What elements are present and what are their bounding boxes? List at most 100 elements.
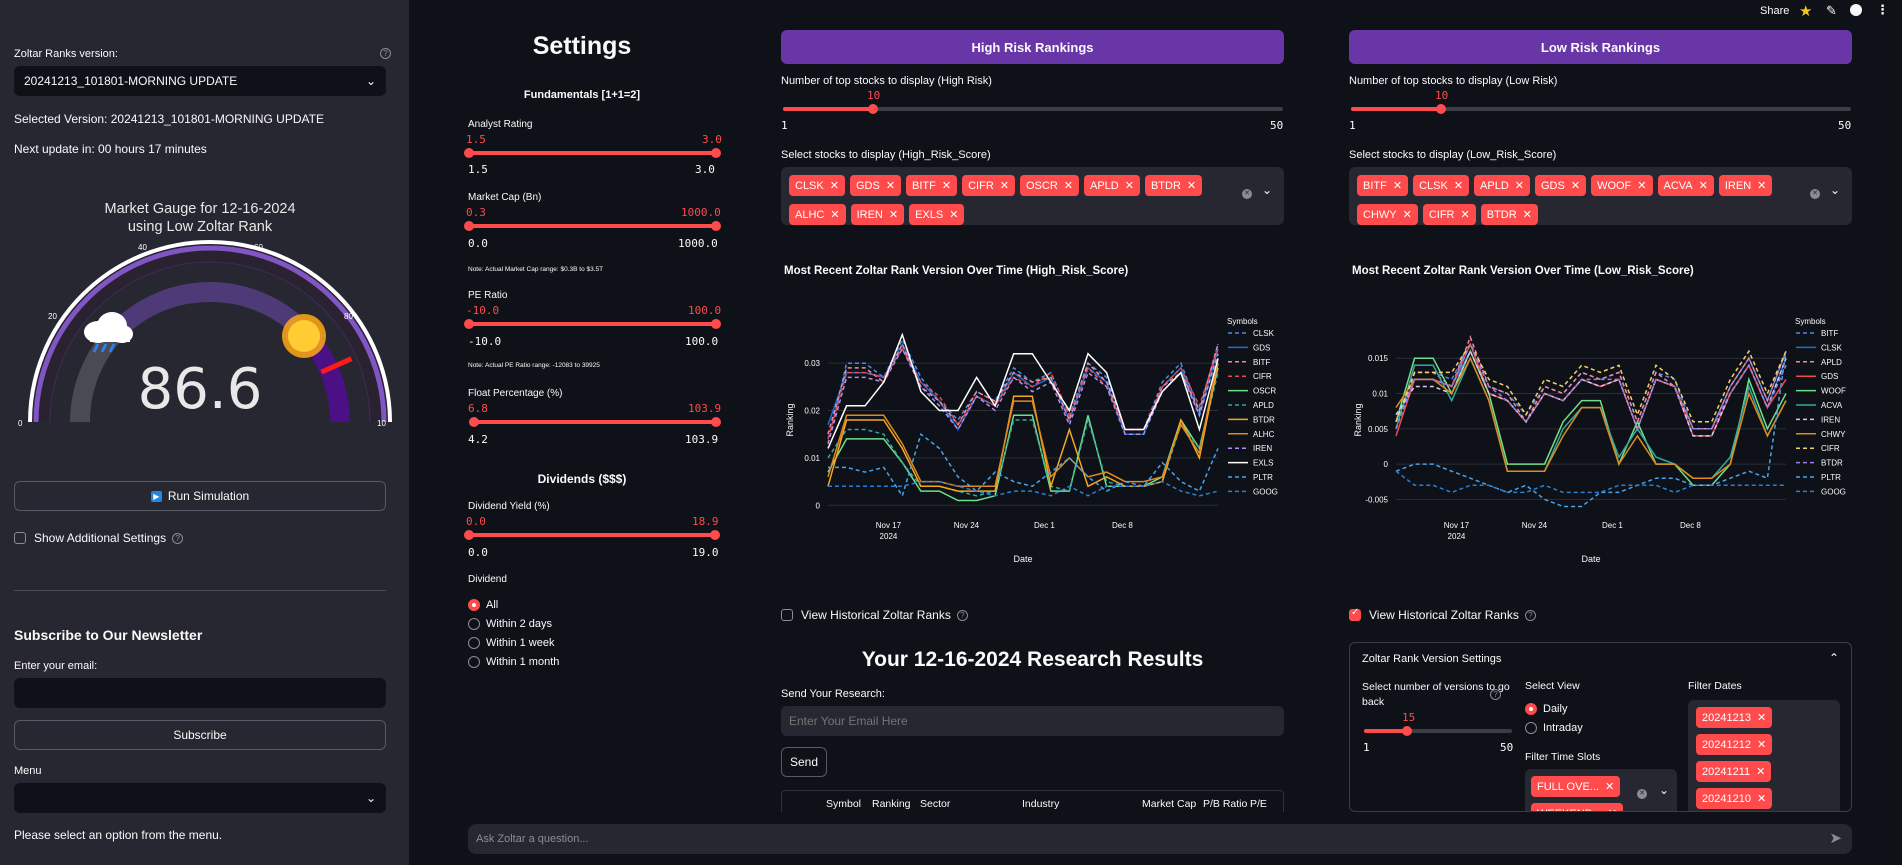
time-slots-multiselect[interactable]: FULL OVE... ✕ WEEKEND... ✕ ✕ ⌄ (1525, 769, 1677, 811)
remove-tag-icon[interactable]: ✕ (1637, 179, 1646, 192)
help-icon[interactable]: ? (1490, 689, 1501, 700)
run-simulation-button[interactable]: ▶ Run Simulation (14, 481, 386, 511)
stock-tag[interactable]: APLD ✕ (1474, 175, 1530, 196)
stock-tag[interactable]: 20241213 ✕ (1696, 707, 1773, 728)
slider-handle-low[interactable] (464, 530, 474, 540)
remove-tag-icon[interactable]: ✕ (1757, 711, 1766, 724)
slider-handle-low[interactable] (464, 148, 474, 158)
high-stock-multiselect[interactable]: CLSK ✕ GDS ✕ BITF ✕ CIFR ✕ OSCR ✕ APLD ✕ BTDR ✕ ALHC ✕ I… (781, 167, 1284, 225)
remove-tag-icon[interactable]: ✕ (886, 179, 895, 192)
radio-button[interactable] (468, 637, 480, 650)
remove-tag-icon[interactable]: ✕ (1757, 792, 1766, 805)
radio-option-intraday[interactable]: Intraday (1525, 719, 1583, 738)
legend-item[interactable]: GOOG (1253, 487, 1278, 496)
slider-handle[interactable] (868, 104, 878, 114)
remove-tag-icon[interactable]: ✕ (830, 179, 839, 192)
low-stock-multiselect[interactable]: BITF ✕ CLSK ✕ APLD ✕ GDS ✕ WOOF ✕ ACVA ✕ IREN ✕ CHWY ✕ C… (1349, 167, 1852, 225)
expander-title[interactable]: Zoltar Rank Version Settings (1362, 653, 1501, 665)
help-icon[interactable]: ? (956, 609, 968, 621)
show-additional-checkbox[interactable]: Show Additional Settings ? (14, 531, 184, 545)
stock-tag[interactable]: APLD ✕ (1083, 175, 1140, 196)
slider-handle-low[interactable] (464, 221, 474, 231)
legend-item[interactable]: GDS (1253, 343, 1270, 352)
column-header[interactable]: Industry (1022, 798, 1059, 810)
slider-handle-high[interactable] (711, 221, 721, 231)
stock-tag[interactable]: WOOF ✕ (1591, 175, 1653, 196)
legend-item[interactable]: GDS (1821, 372, 1838, 381)
checkbox-box[interactable]: ✓ (1349, 607, 1361, 621)
remove-tag-icon[interactable]: ✕ (1699, 179, 1708, 192)
remove-tag-icon[interactable]: ✕ (1064, 179, 1073, 192)
dates-multiselect[interactable]: 20241213 ✕ 20241212 ✕ 20241211 ✕ 20241210 ✕ (1688, 700, 1840, 811)
legend-item[interactable]: BITF (1821, 329, 1838, 338)
remove-tag-icon[interactable]: ✕ (1393, 179, 1402, 192)
checkbox-box[interactable] (781, 609, 793, 621)
send-icon[interactable]: ➤ (1829, 829, 1842, 847)
stock-tag[interactable]: CLSK ✕ (789, 175, 845, 196)
chevron-down-icon[interactable]: ⌄ (1659, 783, 1669, 797)
chevron-down-icon[interactable]: ⌄ (1262, 183, 1272, 197)
legend-item[interactable]: GOOG (1821, 487, 1846, 496)
slider-handle-low[interactable] (464, 319, 474, 329)
radio-option-1month[interactable]: Within 1 month (468, 653, 559, 672)
stock-tag[interactable]: CLSK ✕ (1413, 175, 1470, 196)
newsletter-email-input[interactable] (14, 678, 386, 708)
remove-tag-icon[interactable]: ✕ (1403, 208, 1412, 221)
radio-button[interactable] (468, 599, 480, 612)
chat-input[interactable]: Ask Zoltar a question... ➤ (468, 824, 1852, 854)
remove-tag-icon[interactable]: ✕ (1757, 738, 1766, 751)
stock-tag[interactable]: CHWY ✕ (1357, 204, 1418, 225)
legend-item[interactable]: CLSK (1821, 343, 1843, 352)
stock-tag[interactable]: BITF ✕ (1357, 175, 1409, 196)
legend-item[interactable]: BITF (1253, 358, 1270, 367)
stock-tag[interactable]: ACVA ✕ (1657, 175, 1714, 196)
stock-tag[interactable]: CIFR ✕ (962, 175, 1015, 196)
radio-button[interactable] (1525, 722, 1537, 735)
star-icon[interactable]: ★ (1799, 2, 1812, 20)
remove-tag-icon[interactable]: ✕ (1608, 807, 1617, 811)
stock-tag[interactable]: 20241211 ✕ (1696, 761, 1772, 782)
radio-option-daily[interactable]: Daily (1525, 700, 1583, 719)
column-header[interactable]: Market Cap (1142, 798, 1196, 810)
stock-tag[interactable]: OSCR ✕ (1019, 175, 1079, 196)
stock-tag[interactable]: 20241210 ✕ (1696, 788, 1773, 809)
checkbox-box[interactable] (14, 532, 26, 544)
stock-tag[interactable]: GDS ✕ (1535, 175, 1587, 196)
legend-item[interactable]: ALHC (1253, 430, 1275, 439)
share-button[interactable]: Share (1760, 5, 1789, 17)
radio-option-all[interactable]: All (468, 596, 559, 615)
slider-handle-high[interactable] (710, 530, 720, 540)
legend-item[interactable]: PLTR (1821, 473, 1841, 482)
radio-button[interactable] (468, 618, 480, 631)
help-icon[interactable]: ? (1524, 609, 1536, 621)
low-view-hist-checkbox[interactable]: ✓ View Historical Zoltar Ranks ? (1349, 607, 1536, 622)
remove-tag-icon[interactable]: ✕ (1757, 179, 1766, 192)
stock-tag[interactable]: GDS ✕ (849, 175, 902, 196)
column-header[interactable]: P/B Ratio (1203, 798, 1247, 810)
legend-item[interactable]: CHWY (1821, 430, 1846, 439)
stock-tag[interactable]: IREN ✕ (1718, 175, 1773, 196)
remove-tag-icon[interactable]: ✕ (1571, 179, 1580, 192)
stock-tag[interactable]: BITF ✕ (906, 175, 958, 196)
legend-item[interactable]: CLSK (1253, 329, 1275, 338)
column-header[interactable]: Sector (920, 798, 950, 810)
legend-item[interactable]: BTDR (1821, 459, 1843, 468)
legend-item[interactable]: IREN (1253, 444, 1272, 453)
stock-tag[interactable]: CIFR ✕ (1422, 204, 1476, 225)
legend-item[interactable]: OSCR (1253, 387, 1276, 396)
high-risk-rankings-button[interactable]: High Risk Rankings (781, 30, 1284, 64)
remove-tag-icon[interactable]: ✕ (1000, 179, 1009, 192)
remove-tag-icon[interactable]: ✕ (1756, 765, 1765, 778)
edit-icon[interactable]: ✎ (1826, 3, 1837, 19)
slider-handle[interactable] (1402, 726, 1412, 736)
high-view-hist-checkbox[interactable]: View Historical Zoltar Ranks ? (781, 608, 968, 622)
send-button[interactable]: Send (781, 747, 827, 777)
version-select[interactable]: 20241213_101801-MORNING UPDATE ⌄ (14, 66, 386, 96)
remove-tag-icon[interactable]: ✕ (1461, 208, 1470, 221)
remove-tag-icon[interactable]: ✕ (942, 179, 951, 192)
stock-tag[interactable]: BTDR ✕ (1144, 175, 1203, 196)
remove-tag-icon[interactable]: ✕ (1454, 179, 1463, 192)
more-menu-icon[interactable]: ⋮ (1876, 2, 1889, 18)
legend-item[interactable]: CIFR (1253, 372, 1272, 381)
legend-item[interactable]: EXLS (1253, 459, 1273, 468)
